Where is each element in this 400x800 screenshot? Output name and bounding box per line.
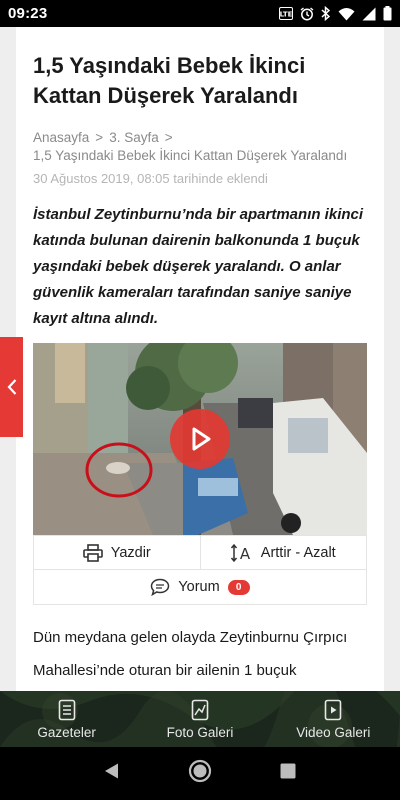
article-card: 1,5 Yaşındaki Bebek İkinci Kattan Düşere… xyxy=(16,27,384,692)
print-button[interactable]: Yazdir xyxy=(34,536,200,569)
video-play-button[interactable] xyxy=(170,409,230,469)
nav-item-photo-gallery[interactable]: Foto Galeri xyxy=(133,691,266,747)
breadcrumb-home-link[interactable]: Anasayfa xyxy=(33,130,89,145)
svg-text:A: A xyxy=(240,545,251,563)
comments-label: Yorum xyxy=(178,579,220,595)
play-icon xyxy=(192,427,211,451)
article-lead: İstanbul Zeytinburnu’nda bir apartmanın … xyxy=(33,206,364,327)
system-nav-bar xyxy=(0,747,400,800)
video-gallery-icon xyxy=(325,699,342,720)
back-button[interactable] xyxy=(103,762,121,785)
recents-square-icon xyxy=(280,763,296,779)
nav-label-newspapers: Gazeteler xyxy=(37,724,96,740)
comments-button[interactable]: Yorum 0 xyxy=(34,570,366,604)
nav-item-newspapers[interactable]: Gazeteler xyxy=(0,691,133,747)
font-size-label: Arttir - Azalt xyxy=(260,544,336,561)
article-actions: Yazdir A Arttir - Azalt Yorum 0 xyxy=(33,535,367,605)
svg-text:LTE: LTE xyxy=(280,11,293,19)
print-label: Yazdir xyxy=(110,544,151,561)
status-icons: LTE xyxy=(279,6,392,21)
breadcrumb-section-link[interactable]: 3. Sayfa xyxy=(109,130,159,145)
battery-icon xyxy=(383,6,392,21)
newspaper-icon xyxy=(58,699,75,720)
signal-icon xyxy=(362,7,376,21)
previous-article-button[interactable] xyxy=(0,337,23,437)
bottom-nav: Gazeteler Foto Galeri Video Galeri xyxy=(0,691,400,747)
font-size-icon: A xyxy=(230,543,251,563)
comment-icon xyxy=(151,578,170,596)
breadcrumb-current: 1,5 Yaşındaki Bebek İkinci Kattan Düşere… xyxy=(33,148,348,163)
home-circle-icon xyxy=(188,759,212,783)
nav-item-video-gallery[interactable]: Video Galeri xyxy=(267,691,400,747)
article-date: 30 Ağustos 2019, 08:05 tarihinde eklendi xyxy=(33,171,268,186)
lte-icon: LTE xyxy=(279,7,293,20)
breadcrumb-separator: > xyxy=(95,130,104,145)
back-triangle-icon xyxy=(105,763,119,779)
article-title: 1,5 Yaşındaki Bebek İkinci Kattan Düşere… xyxy=(33,53,306,108)
nav-label-video-gallery: Video Galeri xyxy=(296,724,371,740)
printer-icon xyxy=(82,543,103,562)
wifi-icon xyxy=(338,7,355,21)
breadcrumb: Anasayfa >3. Sayfa > 1,5 Yaşındaki Bebek İ… xyxy=(33,129,367,165)
status-time: 09:23 xyxy=(8,5,48,22)
nav-label-photo-gallery: Foto Galeri xyxy=(166,724,234,740)
status-bar: 09:23 LTE xyxy=(0,0,400,27)
recents-button[interactable] xyxy=(279,762,297,785)
photo-gallery-icon xyxy=(191,699,209,720)
comments-count-badge: 0 xyxy=(227,579,250,595)
chevron-left-icon xyxy=(6,379,16,395)
font-size-button[interactable]: A Arttir - Azalt xyxy=(199,536,367,569)
alarm-icon xyxy=(300,6,314,21)
article-body: Dün meydana gelen olayda Zeytinburnu Çır… xyxy=(33,629,348,679)
article-video[interactable] xyxy=(33,343,367,535)
breadcrumb-separator: > xyxy=(164,130,173,145)
home-button[interactable] xyxy=(188,759,212,788)
bluetooth-icon xyxy=(321,6,331,21)
